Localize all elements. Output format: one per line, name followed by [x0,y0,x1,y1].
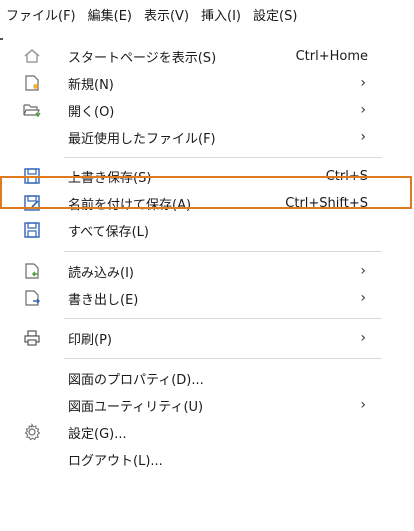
shortcut-text: Ctrl+Home [295,48,368,64]
menu-item-label: 設定(G)... [68,426,127,442]
menu-item-import[interactable]: 読み込み(I) › [8,258,388,284]
shortcut-text: Ctrl+S [325,168,368,184]
submenu-arrow-icon: › [360,397,366,413]
menu-item-print[interactable]: 印刷(P) › [8,325,388,351]
separator [64,358,382,359]
menu-item-save-all[interactable]: すべて保存(L) [8,217,388,243]
menu-item-settings[interactable]: 設定(G)... [8,419,388,445]
menubar-edit[interactable]: 編集(E) [82,0,138,34]
menu-item-label: 印刷(P) [68,332,112,348]
menu-item-label: スタートページを表示(S) [68,50,217,66]
new-file-icon [22,73,42,93]
shortcut-text: Ctrl+Shift+S [285,195,368,211]
menu-item-label: すべて保存(L) [68,224,149,240]
menu-item-label: 開く(O) [68,104,115,120]
save-as-icon [22,193,42,213]
menubar-view[interactable]: 表示(V) [138,0,195,34]
file-menu-dropdown: スタートページを表示(S) Ctrl+Home 新規(N) › 開く(O) › … [8,34,388,531]
menu-item-label: 新規(N) [68,77,114,93]
menu-item-drawing-utilities[interactable]: 図面ユーティリティ(U) › [8,392,388,418]
save-icon [22,166,42,186]
menu-item-start-page[interactable]: スタートページを表示(S) Ctrl+Home [8,43,388,69]
separator [64,318,382,319]
separator [64,157,382,158]
menubar-insert[interactable]: 挿入(I) [195,0,247,34]
menu-item-label: 名前を付けて保存(A)... [68,197,204,213]
menu-item-save[interactable]: 上書き保存(S) Ctrl+S [8,163,388,189]
open-folder-icon [22,100,42,120]
export-icon [22,288,42,308]
submenu-arrow-icon: › [360,129,366,145]
menu-item-label: 図面ユーティリティ(U) [68,399,204,415]
gear-icon [22,422,42,442]
menu-item-label: 図面のプロパティ(D)... [68,372,204,388]
home-icon [22,46,42,66]
menu-item-export[interactable]: 書き出し(E) › [8,285,388,311]
menu-item-save-as[interactable]: 名前を付けて保存(A)... Ctrl+Shift+S [8,190,388,216]
menu-item-label: 上書き保存(S) [68,170,152,186]
menu-item-recent-files[interactable]: 最近使用したファイル(F) › [8,124,388,150]
separator [64,251,382,252]
menu-item-label: 最近使用したファイル(F) [68,131,216,147]
save-all-icon [22,220,42,240]
import-icon [22,261,42,281]
submenu-arrow-icon: › [360,102,366,118]
submenu-arrow-icon: › [360,263,366,279]
menu-bar: ファイル(F) 編集(E) 表示(V) 挿入(I) 設定(S) [0,0,414,34]
menubar-file[interactable]: ファイル(F) [0,0,82,34]
menu-item-logout[interactable]: ログアウト(L)... [8,446,388,472]
menu-item-label: ログアウト(L)... [68,453,163,469]
submenu-arrow-icon: › [360,75,366,91]
menu-item-label: 書き出し(E) [68,292,139,308]
submenu-arrow-icon: › [360,290,366,306]
menu-edge-mark [0,38,3,40]
printer-icon [22,328,42,348]
menubar-settings[interactable]: 設定(S) [247,0,303,34]
menu-item-new[interactable]: 新規(N) › [8,70,388,96]
submenu-arrow-icon: › [360,330,366,346]
menu-item-open[interactable]: 開く(O) › [8,97,388,123]
menu-item-label: 読み込み(I) [68,265,134,281]
menu-item-drawing-properties[interactable]: 図面のプロパティ(D)... [8,365,388,391]
